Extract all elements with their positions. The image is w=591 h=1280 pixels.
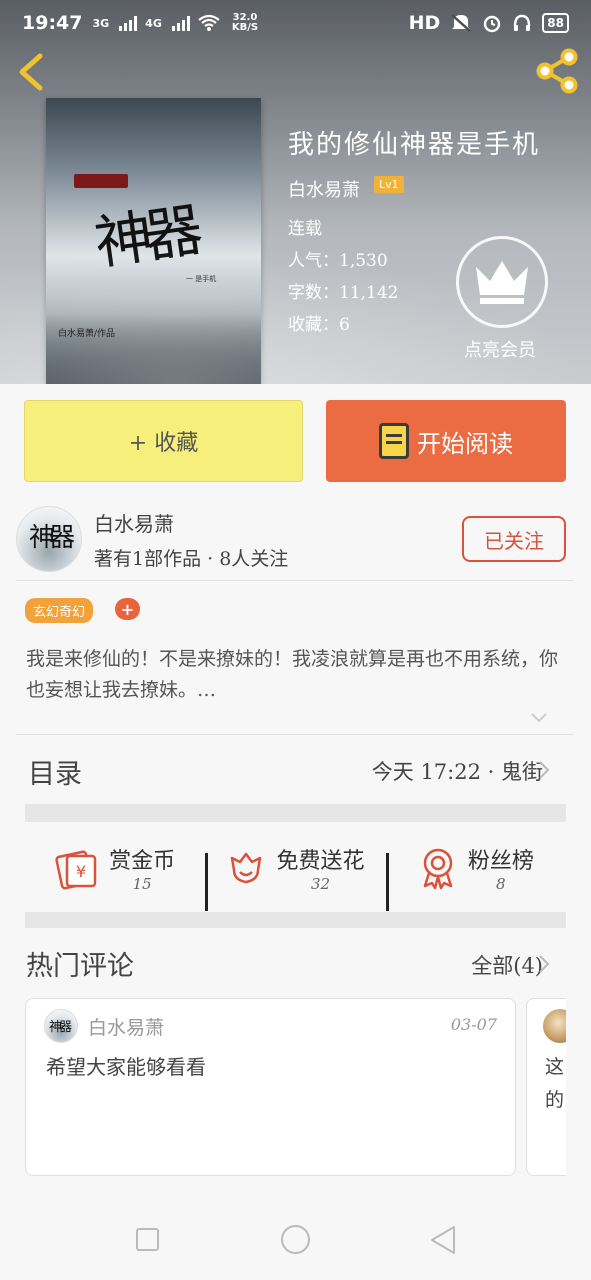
- stat-coins-label: 赏金币: [109, 849, 176, 874]
- book-popularity: 人气：1,530: [288, 251, 388, 271]
- medal-icon: [423, 848, 453, 890]
- divider: [16, 580, 574, 581]
- vip-button[interactable]: [456, 236, 548, 328]
- wifi-icon: [198, 15, 220, 31]
- recent-apps-icon[interactable]: [136, 1228, 159, 1251]
- catalog-latest-chapter[interactable]: 今天 17:22 · 鬼街: [372, 756, 543, 786]
- stat-coins[interactable]: ¥ 赏金币 15: [25, 843, 205, 893]
- stat-coins-value: 15: [132, 875, 152, 893]
- book-title: 我的修仙神器是手机: [288, 130, 541, 160]
- comment-text: 这的: [545, 1056, 565, 1111]
- vip-label[interactable]: 点亮会员: [464, 336, 536, 362]
- svg-text:¥: ¥: [76, 862, 86, 881]
- stat-fans-value: 8: [496, 875, 506, 893]
- back-triangle-icon[interactable]: [428, 1224, 458, 1256]
- all-comments-link[interactable]: 全部(4): [471, 950, 543, 980]
- catalog-label[interactable]: 目录: [28, 752, 82, 791]
- flower-icon: [231, 852, 262, 884]
- cover-subtitle: 一 是手机: [186, 275, 217, 283]
- stat-flowers[interactable]: 免费送花 32: [205, 843, 385, 911]
- start-reading-label: 开始阅读: [417, 429, 513, 458]
- chevron-down-icon[interactable]: [530, 708, 548, 726]
- headphones-icon: [514, 14, 531, 31]
- hd-label: HD: [408, 12, 441, 34]
- comment-card[interactable]: 神器 白水易萧 03-07 希望大家能够看看: [25, 998, 516, 1176]
- book-description[interactable]: 我是来修仙的！不是来撩妹的！我凌浪就算是再也不用系统，你也妄想让我去撩妹。…: [26, 644, 566, 706]
- cover-author: 白水易萧/作品: [58, 329, 116, 339]
- home-icon[interactable]: [281, 1225, 310, 1254]
- status-time: 19:47: [22, 12, 83, 34]
- chevron-right-icon[interactable]: [538, 954, 550, 974]
- net-speed: 32.0 KB/S: [231, 12, 259, 33]
- section-separator: [25, 804, 566, 822]
- network-indicators: 3G 4G 32.0 KB/S: [92, 13, 258, 33]
- stat-flowers-label: 免费送花: [276, 849, 365, 874]
- comment-avatar-text: 神器: [49, 1020, 72, 1035]
- signal-icon: [119, 15, 138, 31]
- author-avatar-text: 神器: [29, 523, 75, 553]
- edge-mask: [566, 990, 591, 1190]
- comment-date: 03-07: [450, 1015, 497, 1034]
- book-author[interactable]: 白水易萧: [288, 176, 360, 202]
- network-3g-label: 3G: [92, 16, 110, 30]
- signal-icon: [171, 15, 190, 31]
- mute-icon: [451, 14, 472, 32]
- book-favorites: 收藏：6: [288, 315, 350, 335]
- follow-button[interactable]: 已关注: [462, 516, 566, 562]
- book-header: 19:47 3G 4G 32.0 KB/S HD 88 神器 一 是手机 白水易萧…: [0, 0, 591, 384]
- hot-comments-label: 热门评论: [26, 951, 134, 982]
- back-arrow-icon[interactable]: [14, 52, 50, 92]
- share-icon[interactable]: [533, 48, 581, 94]
- author-level-badge: Lv1: [374, 176, 404, 193]
- author-name[interactable]: 白水易萧: [94, 508, 174, 537]
- status-right: HD 88: [409, 12, 569, 34]
- crown-icon: [476, 261, 528, 304]
- comment-text: 希望大家能够看看: [46, 1055, 206, 1079]
- book-word-count: 字数：11,142: [288, 283, 399, 303]
- section-separator: [25, 912, 566, 928]
- start-reading-button[interactable]: 开始阅读: [326, 400, 566, 482]
- red-envelope-icon: ¥: [55, 850, 97, 890]
- stat-fans[interactable]: 粉丝榜 8: [385, 843, 566, 911]
- divider: [16, 734, 574, 735]
- reward-stats: ¥ 赏金币 15 免费送花 32 粉丝榜 8: [25, 826, 566, 911]
- cover-seal: [74, 174, 128, 188]
- book-status: 连载: [288, 219, 322, 239]
- book-cover[interactable]: 神器 一 是手机 白水易萧/作品: [46, 98, 261, 384]
- add-tag-button[interactable]: +: [115, 598, 140, 620]
- chevron-right-icon[interactable]: [538, 760, 550, 780]
- avatar[interactable]: 神器: [44, 1009, 78, 1043]
- alarm-icon: [484, 15, 501, 33]
- author-avatar[interactable]: 神器: [16, 506, 82, 572]
- author-info: 著有1部作品 · 8人关注: [94, 548, 289, 570]
- battery-indicator: 88: [542, 13, 569, 33]
- comment-author[interactable]: 白水易萧: [88, 1013, 164, 1040]
- stat-flowers-value: 32: [310, 875, 331, 893]
- cover-mountains: [46, 314, 261, 384]
- genre-tag[interactable]: 玄幻奇幻: [25, 598, 94, 623]
- book-icon: [379, 423, 409, 459]
- cover-title: 神器: [90, 196, 199, 278]
- status-bar: 19:47 3G 4G 32.0 KB/S HD 88: [0, 0, 591, 46]
- collect-button[interactable]: + 收藏: [24, 400, 303, 482]
- stat-fans-label: 粉丝榜: [467, 849, 534, 874]
- network-4g-label: 4G: [145, 16, 162, 30]
